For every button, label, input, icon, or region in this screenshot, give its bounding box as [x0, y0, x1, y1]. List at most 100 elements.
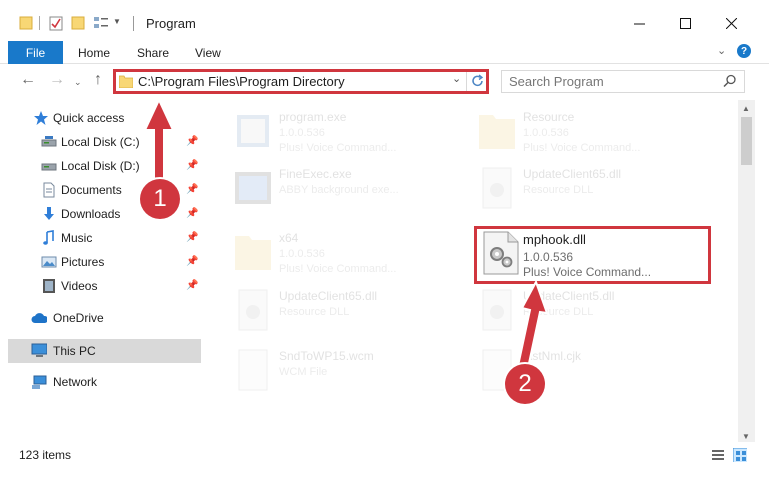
refresh-icon[interactable] — [471, 74, 485, 88]
file-description: ABBY background exe... — [279, 184, 399, 196]
sidebar-item-videos[interactable]: Videos 📌 — [0, 275, 202, 297]
file-explorer-window: ▼ Program File Home Share View ⌄ ? ← → ⌄… — [0, 0, 769, 481]
file-name: SndToWP15.wcm — [279, 349, 374, 363]
music-icon — [43, 230, 54, 245]
view-options-icon[interactable] — [93, 16, 109, 30]
chevron-down-icon[interactable]: ▼ — [113, 17, 121, 26]
toolbar-separator — [39, 16, 40, 30]
search-icon[interactable] — [723, 74, 737, 88]
sidebar-item-music[interactable]: Music 📌 — [0, 227, 202, 249]
sidebar-item-local-disk-c[interactable]: Local Disk (C:) 📌 — [0, 131, 202, 153]
status-bar — [0, 445, 769, 465]
recent-locations-icon[interactable]: ⌄ — [74, 77, 82, 88]
sidebar-item-this-pc[interactable]: This PC — [8, 339, 201, 363]
window-title: Program — [146, 16, 196, 31]
tab-share[interactable]: Share — [137, 46, 169, 60]
maximize-button[interactable] — [662, 8, 708, 38]
file-version: 1.0.0.536 — [279, 248, 325, 260]
file-item[interactable]: UpdateClient65.dll Resource DLL — [475, 166, 715, 221]
file-item[interactable]: UpdateClient65.dll Resource DLL — [231, 288, 471, 343]
sidebar-item-onedrive[interactable]: OneDrive — [0, 307, 202, 329]
pin-icon[interactable]: 📌 — [186, 256, 198, 267]
pin-icon[interactable]: 📌 — [186, 136, 198, 147]
computer-icon — [31, 343, 47, 357]
tab-file[interactable]: File — [8, 41, 63, 64]
file-item[interactable]: UpdateClient5.dll Resource DLL — [475, 288, 715, 343]
star-icon — [34, 111, 48, 125]
folder-icon[interactable] — [19, 16, 33, 30]
documents-icon — [43, 182, 55, 198]
up-button[interactable]: ↑ — [94, 71, 102, 89]
help-icon[interactable]: ? — [737, 44, 751, 58]
step-marker-2: 2 — [505, 364, 545, 404]
dll-file-icon — [482, 289, 512, 331]
address-divider — [466, 71, 467, 92]
maximize-icon — [679, 17, 691, 29]
sidebar-label: Quick access — [53, 111, 125, 125]
file-name: UpdateClient65.dll — [279, 289, 378, 303]
file-name: Resource — [523, 110, 575, 124]
minimize-button[interactable] — [616, 8, 662, 38]
minimize-icon — [633, 23, 645, 24]
file-description: Plus! Voice Command... — [279, 263, 397, 275]
close-button[interactable] — [708, 8, 754, 38]
new-folder-icon[interactable] — [71, 16, 85, 30]
pin-icon[interactable]: 📌 — [186, 184, 198, 195]
sidebar-item-local-disk-d[interactable]: Local Disk (D:) 📌 — [0, 155, 202, 177]
window-bottom-edge — [0, 466, 769, 481]
file-item[interactable]: FineExec.exe ABBY background exe... — [231, 166, 471, 221]
file-name: lastNml.cjk — [523, 349, 582, 363]
navigation-pane: Quick access Local Disk (C:) 📌 Local Dis… — [0, 101, 205, 441]
dll-file-icon — [238, 289, 268, 331]
expand-ribbon-icon[interactable]: ⌄ — [717, 44, 726, 57]
file-icon — [238, 349, 268, 391]
address-path[interactable]: C:\Program Files\Program Directory — [138, 74, 345, 89]
videos-icon — [43, 279, 55, 293]
sidebar-item-pictures[interactable]: Pictures 📌 — [0, 251, 202, 273]
sidebar-label: This PC — [53, 344, 96, 358]
sidebar-item-quick-access[interactable]: Quick access — [0, 107, 202, 129]
sidebar-label: Pictures — [61, 255, 105, 269]
sidebar-label: Downloads — [61, 207, 121, 221]
pin-icon[interactable]: 📌 — [186, 208, 198, 219]
forward-button[interactable]: → — [49, 71, 65, 89]
dll-file-icon — [482, 167, 512, 209]
title-bar: ▼ Program — [0, 0, 769, 40]
folder-icon — [235, 236, 271, 270]
file-name: FineExec.exe — [279, 167, 352, 181]
pictures-icon — [41, 256, 57, 268]
folder-item[interactable]: x64 1.0.0.536 Plus! Voice Command... — [231, 230, 471, 285]
pin-icon[interactable]: 📌 — [186, 280, 198, 291]
large-icons-view-icon[interactable] — [733, 448, 747, 462]
item-count: 123 items — [19, 448, 72, 462]
pin-icon[interactable]: 📌 — [186, 160, 198, 171]
pin-icon[interactable]: 📌 — [186, 232, 198, 243]
exe-file-icon — [237, 115, 269, 147]
folder-item[interactable]: Resource 1.0.0.536 Plus! Voice Command..… — [475, 109, 715, 164]
network-icon — [32, 375, 47, 389]
properties-icon[interactable] — [49, 16, 63, 31]
sidebar-item-network[interactable]: Network — [0, 371, 202, 393]
tab-view[interactable]: View — [195, 46, 221, 60]
sidebar-label: Local Disk (C:) — [61, 135, 140, 149]
file-description: Resource DLL — [523, 306, 594, 318]
file-description: WCM File — [279, 366, 328, 378]
sidebar-label: Music — [61, 231, 93, 245]
search-input[interactable] — [501, 70, 745, 93]
address-dropdown-icon[interactable]: ⌄ — [452, 72, 461, 85]
scroll-up-icon[interactable]: ▲ — [742, 104, 750, 113]
scroll-down-icon[interactable]: ▼ — [742, 432, 750, 441]
scroll-thumb[interactable] — [741, 117, 752, 165]
title-separator — [133, 16, 134, 31]
file-name: UpdateClient65.dll — [523, 167, 622, 181]
file-name: x64 — [279, 231, 299, 245]
back-button[interactable]: ← — [20, 71, 36, 89]
file-item[interactable]: program.exe 1.0.0.536 Plus! Voice Comman… — [231, 109, 471, 164]
file-version: 1.0.0.536 — [279, 127, 325, 139]
tab-home[interactable]: Home — [78, 46, 110, 60]
details-view-icon[interactable] — [711, 448, 725, 462]
file-item[interactable]: SndToWP15.wcm WCM File — [231, 348, 471, 403]
ribbon-bar — [0, 40, 769, 64]
file-name: program.exe — [279, 110, 347, 124]
file-name: UpdateClient5.dll — [523, 289, 615, 303]
